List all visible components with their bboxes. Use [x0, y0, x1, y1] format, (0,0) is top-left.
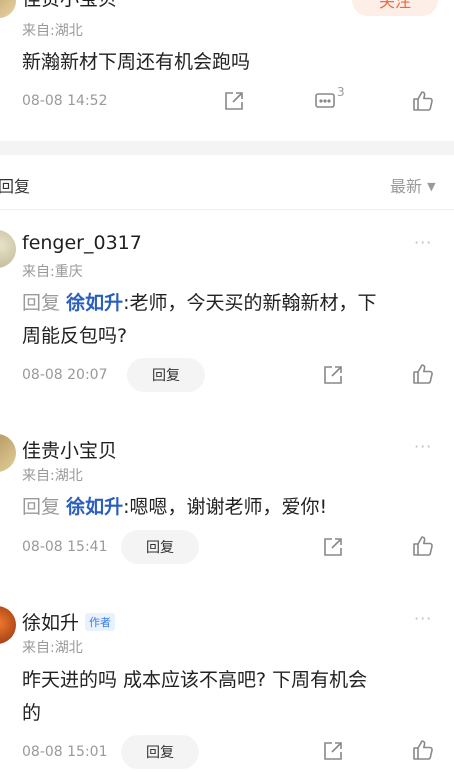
sort-label: 最新 [390, 177, 423, 196]
reply-button[interactable]: 回复 [121, 735, 199, 769]
comment-author-name[interactable]: fenger_0317 [22, 232, 142, 254]
like-icon[interactable] [411, 534, 435, 558]
chevron-down-icon: ▼ [427, 180, 436, 193]
comment-timestamp: 08-08 15:01 [22, 744, 108, 760]
share-icon[interactable] [322, 536, 344, 558]
comment-text-line2: 的 [22, 702, 42, 724]
comment-author-text[interactable]: 徐如升 [22, 612, 79, 634]
more-icon[interactable]: ··· [414, 233, 432, 252]
more-icon[interactable]: ··· [414, 609, 432, 628]
mention-link[interactable]: 徐如升 [66, 496, 123, 518]
reply-button[interactable]: 回复 [121, 530, 199, 564]
more-icon[interactable]: ··· [414, 437, 432, 456]
replies-header-title: 回复 [0, 177, 31, 196]
follow-button[interactable]: 关注 [352, 0, 438, 16]
comment-count: 3 [337, 85, 345, 99]
avatar[interactable] [0, 434, 16, 472]
post-content: 新瀚新材下周还有机会跑吗 [22, 51, 251, 73]
section-divider [0, 141, 454, 155]
reply-prefix: 回复 [22, 292, 61, 314]
comment-timestamp: 08-08 15:41 [22, 539, 108, 555]
avatar[interactable] [0, 0, 16, 18]
comment-text-line2: 周能反包吗? [22, 325, 128, 347]
like-icon[interactable] [411, 362, 435, 386]
share-icon[interactable] [322, 740, 344, 762]
header-divider [0, 209, 454, 210]
share-icon[interactable] [322, 364, 344, 386]
comment-text-line1: :嗯嗯，谢谢老师，爱你! [123, 496, 328, 518]
post-location: 来自:湖北 [22, 23, 83, 39]
like-icon[interactable] [411, 89, 435, 113]
comment-author-name[interactable]: 徐如升 作者 [22, 608, 116, 635]
comment-location: 来自:湖北 [22, 468, 83, 484]
like-icon[interactable] [411, 738, 435, 762]
comment-author-name[interactable]: 佳贵小宝贝 [22, 436, 117, 463]
avatar[interactable] [0, 230, 16, 268]
avatar[interactable] [0, 606, 16, 644]
post-timestamp: 08-08 14:52 [22, 93, 108, 109]
comment-content: 回复 徐如升:老师，今天买的新翰新材，下 周能反包吗? [22, 287, 442, 353]
reply-button[interactable]: 回复 [127, 358, 205, 392]
comment-text-line1: 昨天进的吗 成本应该不高吧? 下周有机会 [22, 669, 368, 691]
comment-text-line1: :老师，今天买的新翰新材，下 [123, 292, 377, 314]
author-badge: 作者 [85, 613, 116, 631]
mention-link[interactable]: 徐如升 [66, 292, 123, 314]
comment-icon[interactable] [314, 90, 336, 112]
comment-location: 来自:重庆 [22, 264, 83, 280]
sort-dropdown[interactable]: 最新 ▼ [390, 173, 436, 197]
comment-location: 来自:湖北 [22, 640, 83, 656]
share-icon[interactable] [223, 90, 245, 112]
comment-content: 回复 徐如升:嗯嗯，谢谢老师，爱你! [22, 491, 442, 524]
post-author-name[interactable]: 佳贵小宝贝 [22, 0, 117, 11]
reply-prefix: 回复 [22, 496, 61, 518]
comment-content: 昨天进的吗 成本应该不高吧? 下周有机会 的 [22, 664, 442, 730]
comment-timestamp: 08-08 20:07 [22, 367, 108, 383]
